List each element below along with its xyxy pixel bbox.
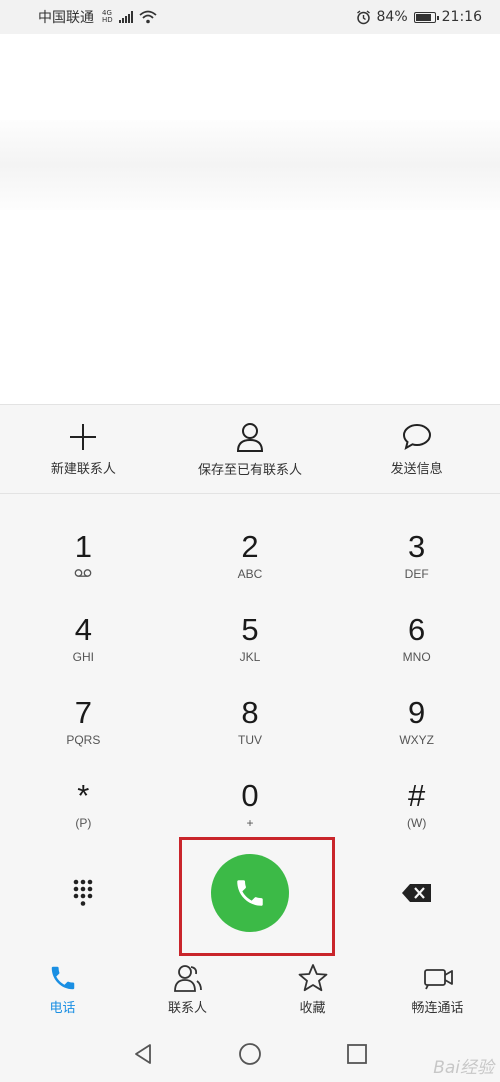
hide-keypad-button[interactable] [0,878,167,908]
dialpad-icon [74,879,93,906]
video-call-icon [423,969,453,990]
key-1[interactable]: 1 [0,520,167,603]
tab-favorites-label: 收藏 [299,1001,326,1016]
save-to-existing-label: 保存至已有联系人 [198,462,303,478]
alarm-icon [356,9,370,24]
tab-favorites[interactable]: 收藏 [250,957,375,1025]
dial-keypad: 1 2 ABC 3 DEF 4 GHI 5 JKL 6 MNO 7 PQRS 8… [0,520,500,852]
voicemail-icon [74,569,92,577]
key-7[interactable]: 7 PQRS [0,686,167,769]
key-3[interactable]: 3 DEF [333,520,500,603]
tab-meetime-label: 畅连通话 [411,1001,464,1016]
number-display [0,34,500,404]
battery-icon [413,11,439,23]
clock: 21:16 [441,9,482,25]
blurred-number [0,120,500,210]
system-nav-bar [0,1026,500,1082]
signal-icon [118,11,133,23]
tab-contacts[interactable]: 联系人 [125,957,250,1025]
phone-tab-icon [51,966,74,990]
star-icon [298,964,327,992]
wifi-icon [139,10,157,24]
highlight-box [179,837,335,956]
person-icon [236,422,264,452]
new-contact-button[interactable]: 新建联系人 [0,405,167,493]
key-5[interactable]: 5 JKL [167,603,334,686]
battery-percent: 84% [376,9,408,25]
send-message-label: 发送信息 [390,461,443,477]
tab-contacts-label: 联系人 [167,1001,207,1016]
carrier-label: 中国联通 [38,10,94,26]
plus-icon [70,423,97,450]
quick-actions: 新建联系人 保存至已有联系人 发送信息 [0,404,500,494]
key-4[interactable]: 4 GHI [0,603,167,686]
contacts-icon [173,965,202,992]
backspace-icon [401,883,431,902]
message-icon [402,423,431,450]
send-message-button[interactable]: 发送信息 [333,405,500,493]
tab-phone-label: 电话 [49,1001,76,1016]
new-contact-label: 新建联系人 [50,461,116,477]
tab-meetime[interactable]: 畅连通话 [375,957,500,1025]
key-6[interactable]: 6 MNO [333,603,500,686]
network-type: 4G HD [102,9,113,24]
key-8[interactable]: 8 TUV [167,686,334,769]
key-2[interactable]: 2 ABC [167,520,334,603]
tab-phone[interactable]: 电话 [0,957,125,1025]
status-bar: 中国联通 4G HD 84% 21:16 [0,0,500,34]
recents-icon[interactable] [345,1042,369,1066]
bottom-tabs: 电话 联系人 收藏 畅连通话 [0,957,500,1025]
backspace-button[interactable] [333,883,500,903]
watermark: Bai经验 [433,1058,494,1078]
home-icon[interactable] [238,1042,262,1066]
back-icon[interactable] [131,1042,155,1066]
key-9[interactable]: 9 WXYZ [333,686,500,769]
save-to-existing-button[interactable]: 保存至已有联系人 [167,405,334,493]
